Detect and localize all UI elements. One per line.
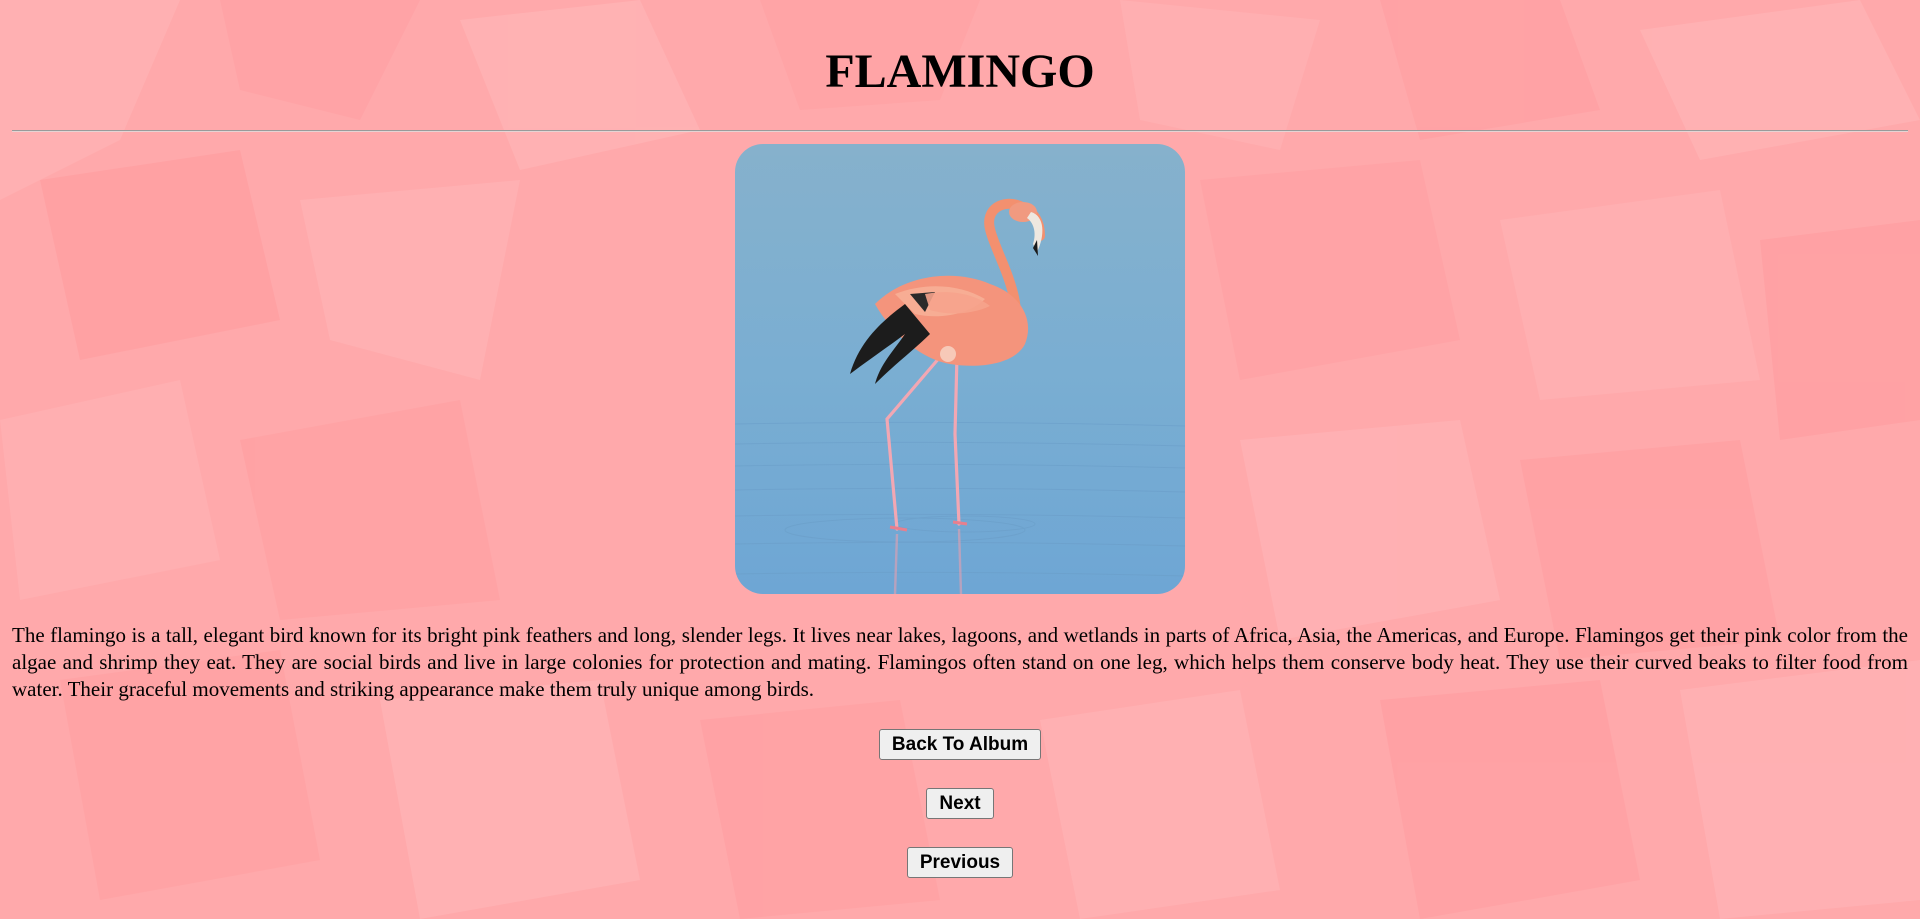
flamingo-photo [735, 144, 1185, 594]
back-to-album-button[interactable]: Back To Album [878, 729, 1042, 760]
next-button-row: Next [12, 788, 1908, 819]
divider [12, 130, 1908, 132]
page-content: FLAMINGO The flamingo is a tall, elegant… [0, 0, 1920, 878]
page-title: FLAMINGO [825, 45, 1095, 98]
previous-button[interactable]: Previous [906, 847, 1014, 878]
flamingo-image [735, 144, 1185, 594]
next-button[interactable]: Next [926, 788, 994, 819]
back-button-row: Back To Album [12, 729, 1908, 760]
description-text: The flamingo is a tall, elegant bird kno… [12, 623, 1908, 701]
previous-button-row: Previous [12, 847, 1908, 878]
